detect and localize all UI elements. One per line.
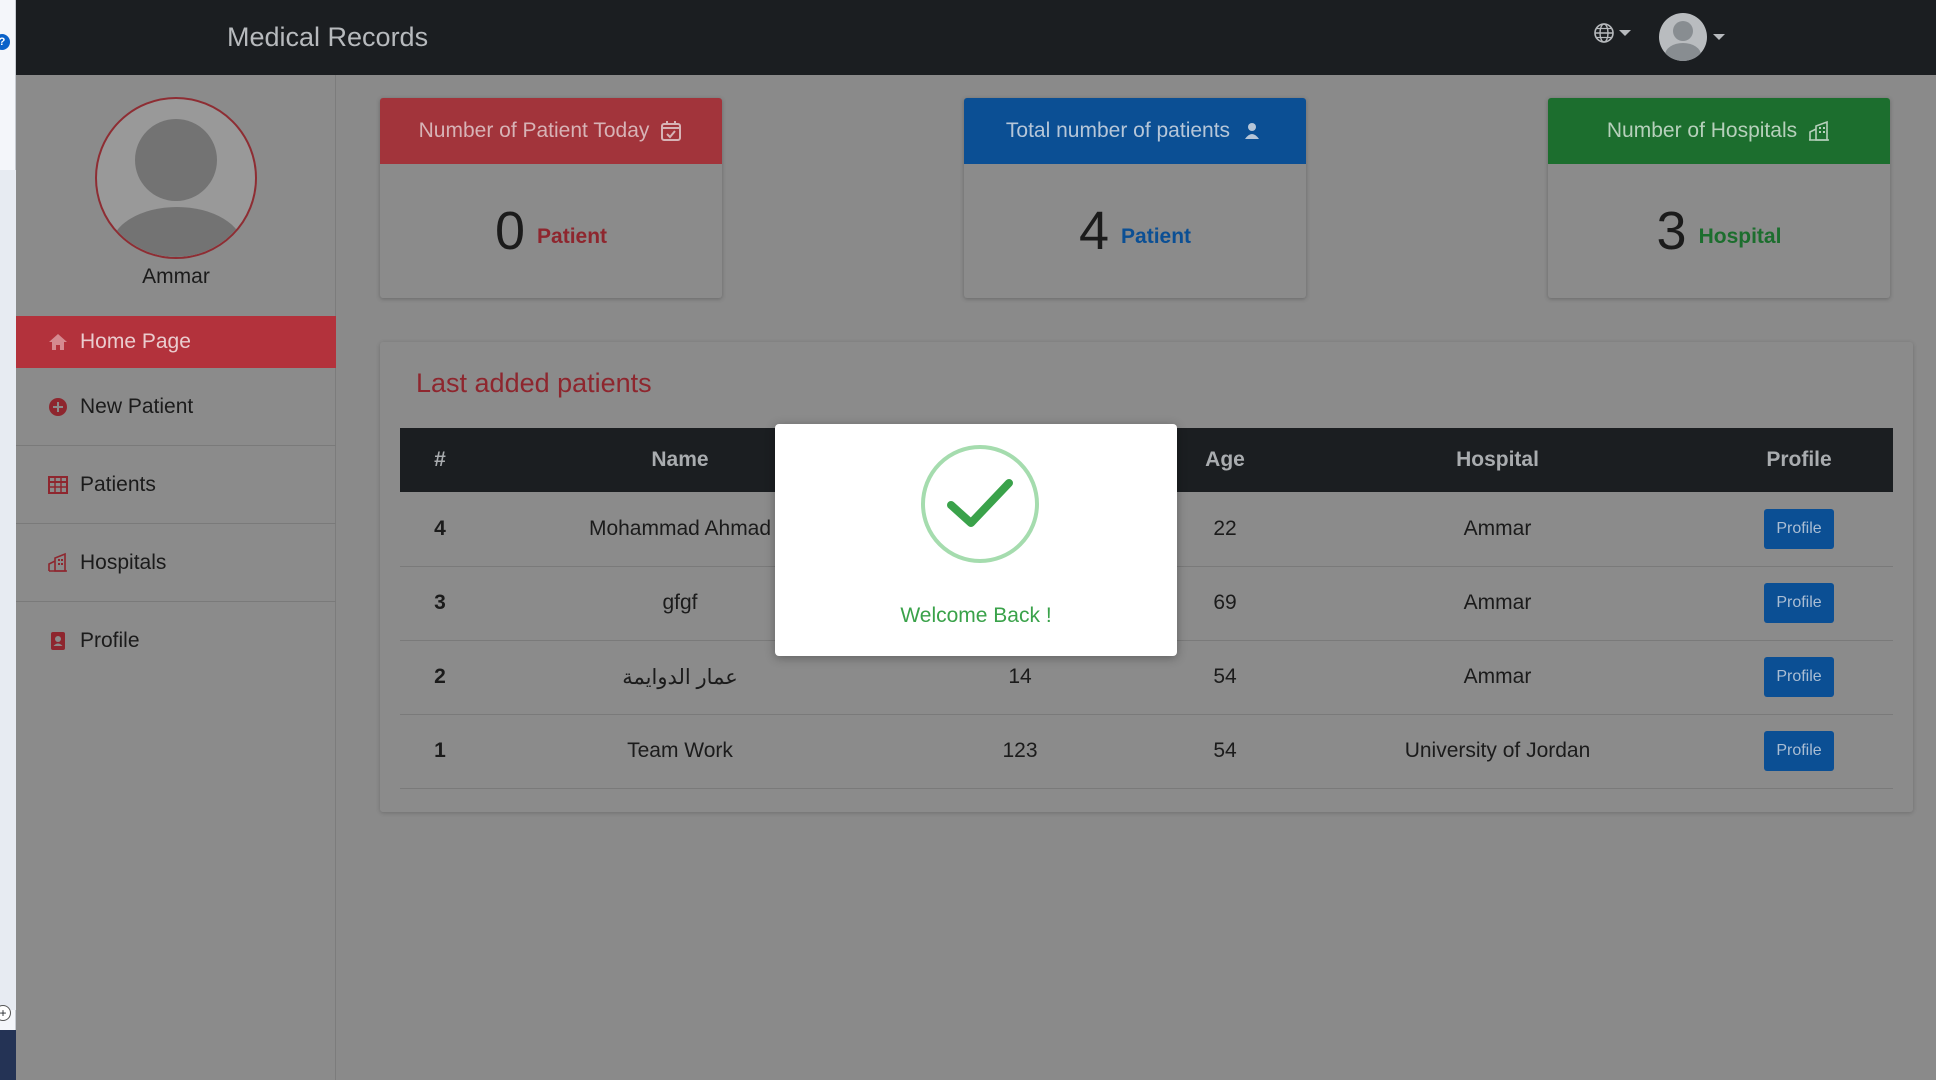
sidebar-item-label: Home Page — [80, 330, 191, 353]
cell-name: Team Work — [480, 714, 880, 789]
card-title: Number of Patient Today — [418, 119, 650, 142]
cell-id: 2 — [400, 640, 480, 715]
card-title: Total number of patients — [1005, 119, 1231, 142]
user-avatar-icon — [1659, 13, 1707, 61]
cell-hospital: University of Jordan — [1290, 714, 1705, 789]
sidebar-item-label: Patients — [80, 472, 156, 496]
card-unit: Hospital — [1698, 225, 1782, 248]
panel-title: Last added patients — [416, 368, 652, 398]
column-header-profile[interactable]: Profile — [1705, 428, 1893, 492]
card-value: 0 — [494, 201, 526, 261]
profile-button[interactable]: Profile — [1764, 657, 1834, 697]
sidebar: Ammar Home Page New Patient Patients Hos… — [16, 75, 336, 1080]
calendar-check-icon — [661, 121, 682, 141]
sidebar-item-patients[interactable]: Patients — [16, 446, 336, 524]
table-row: 1 Team Work 123 54 University of Jordan … — [400, 714, 1893, 789]
app-title[interactable]: Medical Records — [227, 22, 428, 53]
profile-button[interactable]: Profile — [1764, 583, 1834, 623]
globe-icon — [1594, 23, 1614, 43]
cell-hospital: Ammar — [1290, 566, 1705, 641]
sidebar-item-label: Hospitals — [80, 550, 167, 574]
cell-hospital: Ammar — [1290, 492, 1705, 567]
card-value: 3 — [1656, 201, 1687, 261]
sidebar-item-profile[interactable]: Profile — [16, 602, 336, 680]
column-header-id[interactable]: # — [400, 428, 480, 492]
welcome-message: Welcome Back ! — [900, 604, 1052, 627]
cell-age: 54 — [1160, 640, 1290, 715]
sidebar-item-label: Profile — [80, 629, 140, 652]
add-icon[interactable]: + — [0, 1005, 11, 1021]
cell-id: 1 — [400, 714, 480, 789]
avatar — [95, 97, 257, 259]
language-dropdown[interactable] — [1593, 22, 1631, 44]
profile-button[interactable]: Profile — [1764, 731, 1834, 771]
stat-card-hospitals: Number of Hospitals 3 Hospital — [1548, 98, 1890, 298]
plus-circle-icon — [49, 397, 67, 416]
card-value: 4 — [1078, 201, 1110, 261]
stat-card-total-patients: Total number of patients 4 Patient — [964, 98, 1306, 298]
cell-profile: Profile — [1705, 640, 1893, 715]
card-header: Number of Patient Today — [380, 98, 722, 164]
user-menu-dropdown[interactable] — [1659, 13, 1725, 61]
top-navbar: Medical Records — [16, 0, 1936, 75]
sidebar-item-label: New Patient — [80, 394, 194, 418]
sidebar-profile: Ammar — [16, 75, 336, 315]
home-icon — [49, 334, 67, 350]
cell-profile: Profile — [1705, 492, 1893, 567]
chevron-down-icon — [1619, 30, 1631, 36]
cell-age: 22 — [1160, 492, 1290, 567]
stat-card-patients-today: Number of Patient Today 0 Patient — [380, 98, 722, 298]
cell-id: 4 — [400, 492, 480, 567]
table-icon — [48, 475, 68, 494]
edge-footer — [0, 1030, 16, 1080]
cell-profile: Profile — [1705, 566, 1893, 641]
profile-button[interactable]: Profile — [1764, 508, 1834, 549]
user-icon — [1245, 123, 1260, 139]
sidebar-item-hospitals[interactable]: Hospitals — [16, 524, 336, 602]
sidebar-username: Ammar — [142, 265, 210, 288]
help-icon[interactable]: ? — [0, 34, 10, 50]
success-icon-circle — [921, 445, 1039, 563]
cell-profile: Profile — [1705, 714, 1893, 789]
card-title: Number of Hospitals — [1606, 119, 1798, 142]
cell-age: 69 — [1160, 566, 1290, 641]
browser-edge-strip: ? + — [0, 0, 16, 1080]
card-unit: Patient — [537, 225, 608, 248]
building-icon — [1809, 120, 1830, 141]
card-header: Number of Hospitals — [1548, 98, 1890, 164]
welcome-modal[interactable]: Welcome Back ! — [775, 424, 1177, 656]
card-body: 4 Patient — [964, 164, 1306, 298]
cell-age: 54 — [1160, 714, 1290, 789]
id-card-icon — [51, 632, 65, 650]
sidebar-item-new-patient[interactable]: New Patient — [16, 368, 336, 446]
card-header: Total number of patients — [964, 98, 1306, 164]
column-header-hospital[interactable]: Hospital — [1290, 428, 1705, 492]
chevron-down-icon — [1713, 34, 1725, 40]
building-icon — [48, 552, 67, 572]
card-body: 3 Hospital — [1548, 164, 1890, 298]
edge-panel — [0, 170, 16, 1010]
checkmark-icon — [947, 479, 1013, 527]
card-unit: Patient — [1121, 225, 1192, 248]
column-header-age[interactable]: Age — [1160, 428, 1290, 492]
cell-col3: 123 — [880, 714, 1160, 789]
card-body: 0 Patient — [380, 164, 722, 298]
cell-id: 3 — [400, 566, 480, 641]
cell-hospital: Ammar — [1290, 640, 1705, 715]
sidebar-item-home[interactable]: Home Page — [16, 316, 336, 368]
